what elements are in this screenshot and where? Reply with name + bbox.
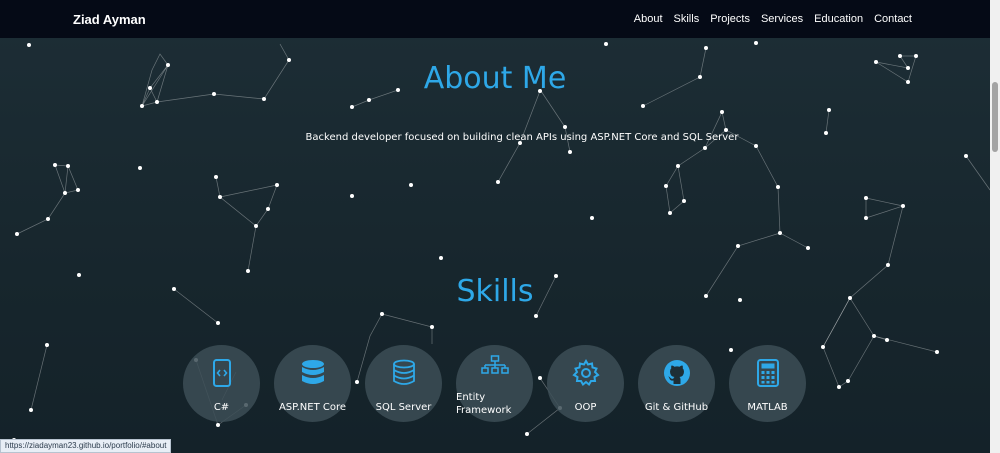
skills-title: Skills (456, 274, 534, 309)
page-scrollbar[interactable] (990, 0, 1000, 453)
database-icon (300, 359, 326, 391)
skill-card-matlab[interactable]: MATLAB (729, 345, 806, 422)
skill-label: C# (213, 402, 230, 413)
nav-link-about[interactable]: About (634, 13, 663, 25)
about-title: About Me (423, 61, 567, 96)
github-icon (663, 359, 691, 391)
about-description: Backend developer focused on building cl… (305, 132, 739, 143)
skill-card-csharp[interactable]: C# (183, 345, 260, 422)
database-outline-icon (392, 359, 416, 391)
skill-label: SQL Server (375, 402, 432, 413)
skill-label: Git & GitHub (644, 402, 709, 413)
mobile-code-icon (211, 359, 233, 391)
nav-link-services[interactable]: Services (761, 13, 803, 25)
browser-status-url: https://ziadayman23.github.io/portfolio/… (0, 439, 172, 453)
nav-links: About Skills Projects Services Education… (634, 13, 912, 25)
calculator-icon (756, 359, 779, 391)
sitemap-icon (480, 355, 509, 379)
skill-label: Entity Framework (456, 392, 512, 416)
skill-label: OOP (574, 402, 597, 413)
brand-logo[interactable]: Ziad Ayman (73, 12, 146, 27)
skill-card-git-github[interactable]: Git & GitHub (638, 345, 715, 422)
skill-label: MATLAB (747, 402, 788, 413)
skill-card-oop[interactable]: OOP (547, 345, 624, 422)
skill-card-entity-framework[interactable]: Entity Framework (456, 345, 533, 422)
skill-card-aspnet-core[interactable]: ASP.NET Core (274, 345, 351, 422)
gear-icon (571, 358, 600, 391)
nav-link-education[interactable]: Education (814, 13, 863, 25)
nav-link-contact[interactable]: Contact (874, 13, 912, 25)
skill-label: ASP.NET Core (278, 402, 347, 413)
top-navbar: Ziad Ayman About Skills Projects Service… (0, 0, 990, 38)
nav-link-skills[interactable]: Skills (674, 13, 700, 25)
nav-link-projects[interactable]: Projects (710, 13, 750, 25)
skill-card-sql-server[interactable]: SQL Server (365, 345, 442, 422)
